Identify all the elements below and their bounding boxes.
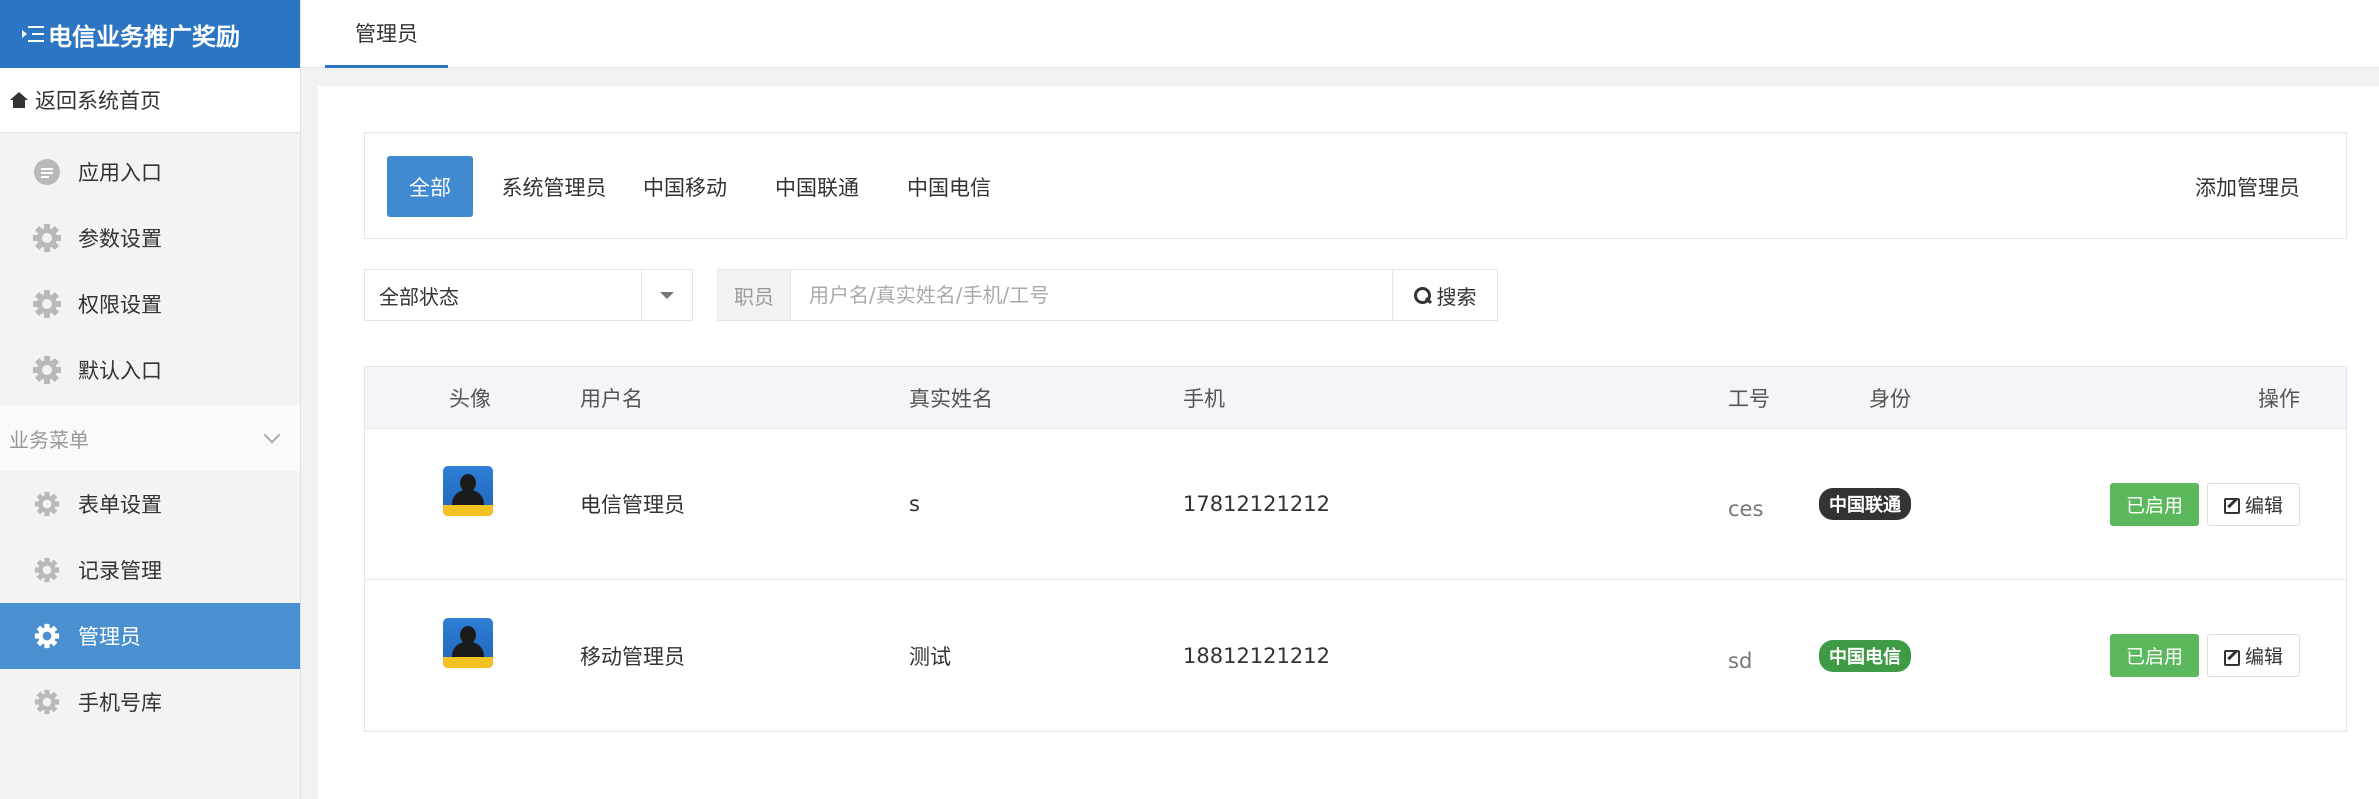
status-select-value: 全部状态 — [379, 284, 459, 309]
header-ops: 操作 — [2258, 386, 2300, 411]
edit-icon — [2223, 496, 2240, 514]
section-title-label: 业务菜单 — [9, 427, 89, 452]
filter-bar: 全部 系统管理员 中国移动 中国联通 中国电信 添加管理员 — [364, 132, 2347, 239]
sidebar-item-admins[interactable]: 管理员 — [0, 603, 300, 669]
sidebar: 电信业务推广奖励 返回系统首页 应用入口 参数设置 权限设置 默认入口 业务菜单… — [0, 0, 301, 799]
gear-icon — [32, 489, 62, 519]
sidebar-item-label: 手机号库 — [78, 691, 162, 715]
role-badge: 中国电信 — [1819, 639, 1911, 672]
gear-icon — [32, 555, 62, 585]
cell-empno: sd — [1728, 648, 1753, 673]
cell-username: 移动管理员 — [580, 644, 685, 669]
role-badge: 中国联通 — [1819, 488, 1911, 520]
gear-icon — [32, 621, 62, 651]
edit-button-label: 编辑 — [2244, 646, 2283, 668]
search-addon-label: 职员 — [718, 270, 791, 320]
cell-realname: 测试 — [909, 644, 951, 669]
status-enabled-button[interactable]: 已启用 — [2109, 634, 2199, 677]
sidebar-item-params[interactable]: 参数设置 — [0, 205, 300, 271]
home-link[interactable]: 返回系统首页 — [0, 68, 300, 133]
sidebar-item-label: 表单设置 — [78, 493, 162, 517]
sidebar-item-label: 权限设置 — [78, 293, 162, 317]
filter-tab-china-telecom[interactable]: 中国电信 — [905, 156, 993, 217]
cell-ops: 已启用 编辑 — [2109, 580, 2300, 731]
filter-tab-china-mobile[interactable]: 中国移动 — [641, 156, 729, 217]
filter-tab-china-unicom[interactable]: 中国联通 — [773, 156, 861, 217]
edit-icon — [2223, 648, 2240, 666]
sidebar-item-permissions[interactable]: 权限设置 — [0, 271, 300, 337]
filter-tab-system-admin[interactable]: 系统管理员 — [499, 156, 609, 217]
sidebar-item-form-settings[interactable]: 表单设置 — [0, 471, 300, 537]
table-header: 头像 用户名 真实姓名 手机 身份 工号 操作 — [365, 367, 2346, 429]
table-row: 电信管理员 s 17812121212 中国联通 ces 已启用 编辑 — [365, 429, 2346, 580]
sidebar-item-records[interactable]: 记录管理 — [0, 537, 300, 603]
header-empno: 工号 — [1728, 386, 1770, 411]
search-group: 职员 搜索 — [717, 269, 1498, 321]
chat-bubble-icon — [32, 157, 62, 187]
sidebar-item-label: 参数设置 — [78, 227, 162, 251]
status-select[interactable]: 全部状态 — [364, 269, 693, 321]
caret-down-icon — [660, 291, 674, 299]
add-admin-button[interactable]: 添加管理员 — [2195, 156, 2300, 217]
gear-icon — [32, 289, 62, 319]
header-realname: 真实姓名 — [909, 386, 993, 411]
cell-username: 电信管理员 — [580, 493, 685, 517]
admins-table: 头像 用户名 真实姓名 手机 身份 工号 操作 电信管理员 s 17812121… — [364, 366, 2347, 732]
header-avatar: 头像 — [449, 386, 491, 411]
avatar-cell — [433, 429, 503, 579]
sidebar-item-app-entry[interactable]: 应用入口 — [0, 139, 300, 205]
cell-ops: 已启用 编辑 — [2109, 429, 2300, 579]
table-row: 移动管理员 测试 18812121212 中国电信 sd 已启用 编辑 — [365, 580, 2346, 731]
cell-phone: 18812121212 — [1183, 643, 1330, 668]
nav-group-main: 应用入口 参数设置 权限设置 默认入口 — [0, 133, 300, 403]
avatar-cell — [433, 580, 503, 731]
search-input[interactable] — [791, 270, 1392, 320]
avatar — [443, 466, 493, 516]
menu-toggle-icon[interactable] — [22, 24, 44, 44]
chevron-down-icon — [263, 426, 281, 444]
search-button[interactable]: 搜索 — [1392, 270, 1497, 320]
search-button-label: 搜索 — [1436, 284, 1477, 309]
main-content: 全部 系统管理员 中国移动 中国联通 中国电信 添加管理员 全部状态 职员 搜索… — [318, 86, 2379, 799]
home-icon — [10, 92, 28, 108]
status-enabled-button[interactable]: 已启用 — [2109, 482, 2199, 526]
app-brand: 电信业务推广奖励 — [0, 0, 300, 68]
cell-realname: s — [909, 492, 920, 516]
sidebar-item-label: 应用入口 — [78, 161, 162, 185]
sidebar-section-business[interactable]: 业务菜单 — [0, 405, 300, 471]
gear-icon — [32, 355, 62, 385]
status-select-toggle[interactable] — [641, 270, 692, 320]
header-role: 身份 — [1869, 386, 1911, 411]
tab-admins[interactable]: 管理员 — [325, 0, 448, 68]
app-title: 电信业务推广奖励 — [48, 22, 240, 51]
sidebar-item-label: 默认入口 — [78, 359, 162, 383]
header-phone: 手机 — [1183, 386, 1225, 411]
sidebar-item-default-entry[interactable]: 默认入口 — [0, 337, 300, 403]
search-icon — [1413, 286, 1431, 304]
nav-group-business: 表单设置 记录管理 管理员 手机号库 — [0, 471, 300, 735]
avatar — [443, 617, 493, 668]
top-tab-bar: 管理员 — [301, 0, 2379, 68]
cell-empno: ces — [1728, 497, 1764, 521]
edit-button[interactable]: 编辑 — [2206, 482, 2300, 526]
gear-icon — [32, 223, 62, 253]
home-link-label: 返回系统首页 — [35, 89, 161, 113]
cell-phone: 17812121212 — [1183, 492, 1330, 516]
header-username: 用户名 — [580, 386, 643, 411]
sidebar-item-label: 管理员 — [78, 625, 141, 649]
edit-button-label: 编辑 — [2244, 494, 2283, 517]
edit-button[interactable]: 编辑 — [2206, 634, 2300, 677]
sidebar-item-phone-library[interactable]: 手机号库 — [0, 669, 300, 735]
sidebar-item-label: 记录管理 — [78, 559, 162, 583]
filter-tab-all[interactable]: 全部 — [387, 156, 473, 217]
gear-icon — [32, 687, 62, 717]
